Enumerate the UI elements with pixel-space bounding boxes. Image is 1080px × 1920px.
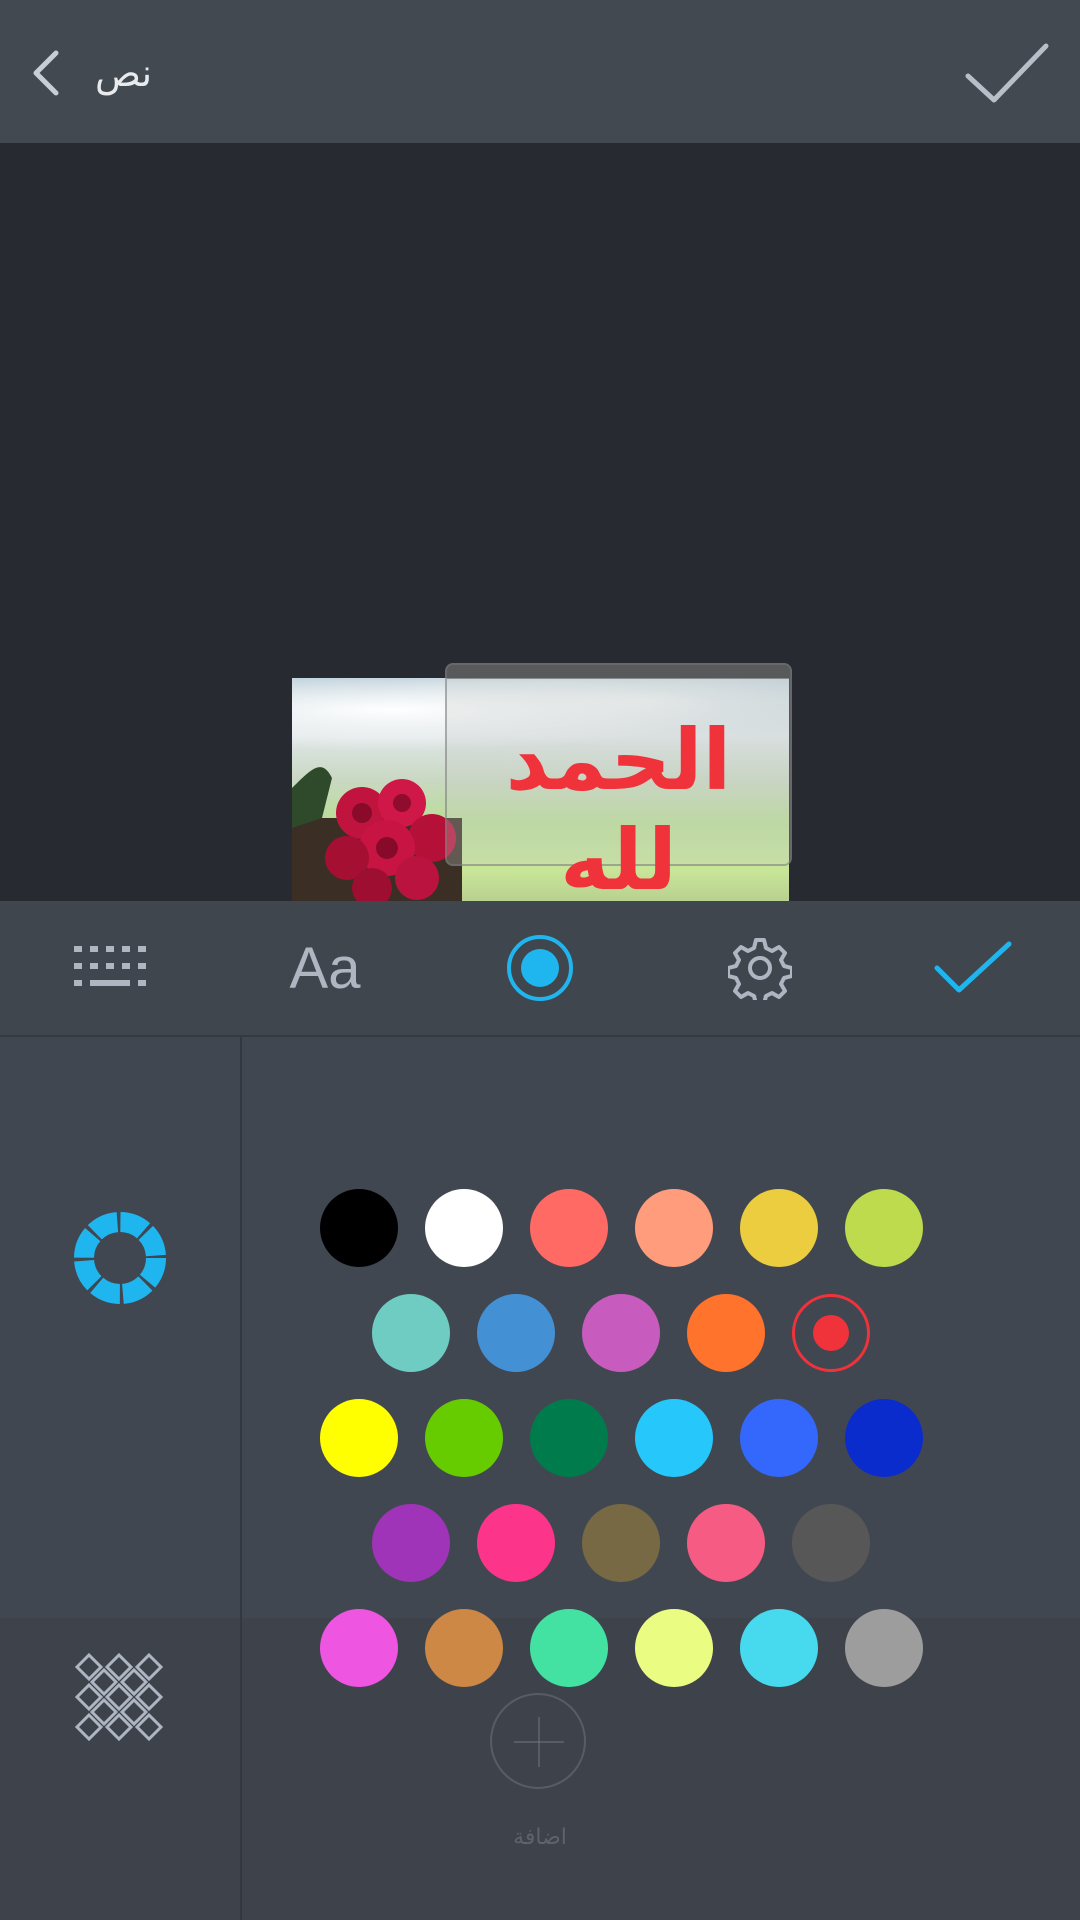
color-swatch[interactable]	[635, 1399, 713, 1477]
color-swatch[interactable]	[845, 1609, 923, 1687]
pattern-icon[interactable]	[74, 1652, 164, 1742]
color-swatch[interactable]	[792, 1504, 870, 1582]
color-swatch[interactable]	[372, 1294, 450, 1372]
text-overlay-box[interactable]: الحمد لله	[445, 663, 792, 901]
color-swatch[interactable]	[635, 1609, 713, 1687]
overlay-text: الحمد لله	[505, 711, 732, 901]
gear-icon	[728, 938, 792, 1000]
font-icon: Aa	[289, 935, 361, 1001]
color-swatch[interactable]	[635, 1189, 713, 1267]
color-swatch[interactable]	[582, 1504, 660, 1582]
color-swatch[interactable]	[425, 1189, 503, 1267]
done-tool[interactable]	[930, 901, 1016, 1035]
text-box-handle[interactable]	[447, 665, 790, 679]
color-swatch[interactable]	[530, 1399, 608, 1477]
keyboard-tool[interactable]	[62, 901, 158, 1035]
color-swatch-selected[interactable]	[792, 1294, 870, 1372]
settings-tool[interactable]	[720, 901, 800, 1035]
color-swatch[interactable]	[845, 1189, 923, 1267]
color-swatch[interactable]	[582, 1294, 660, 1372]
color-swatch[interactable]	[530, 1189, 608, 1267]
check-icon	[934, 941, 1012, 993]
color-wheel-icon[interactable]	[72, 1210, 168, 1306]
top-bar: نص	[0, 0, 1080, 143]
color-swatch[interactable]	[425, 1609, 503, 1687]
color-swatch[interactable]	[320, 1609, 398, 1687]
color-swatch[interactable]	[372, 1504, 450, 1582]
color-swatch[interactable]	[740, 1399, 818, 1477]
panel-divider	[240, 1037, 242, 1920]
color-swatch[interactable]	[845, 1399, 923, 1477]
color-swatch[interactable]	[477, 1504, 555, 1582]
editor-canvas: الحمد لله	[0, 143, 1080, 901]
font-tool[interactable]: Aa	[270, 901, 380, 1035]
confirm-check-icon[interactable]	[964, 40, 1050, 106]
keyboard-icon	[74, 946, 146, 986]
add-icon	[490, 1693, 586, 1789]
color-swatch[interactable]	[425, 1399, 503, 1477]
selected-dot	[813, 1315, 849, 1351]
color-swatch[interactable]	[687, 1504, 765, 1582]
color-swatch[interactable]	[320, 1399, 398, 1477]
color-swatch[interactable]	[740, 1609, 818, 1687]
color-icon	[507, 935, 573, 1001]
page-title: نص	[95, 51, 153, 95]
add-label: اضافة	[513, 1825, 567, 1850]
color-swatch[interactable]	[687, 1294, 765, 1372]
color-swatch[interactable]	[740, 1189, 818, 1267]
color-swatch[interactable]	[320, 1189, 398, 1267]
color-swatch[interactable]	[530, 1609, 608, 1687]
back-arrow-icon[interactable]	[28, 48, 68, 98]
roses-image	[292, 767, 462, 901]
color-swatch[interactable]	[477, 1294, 555, 1372]
tool-bar: Aa	[0, 901, 1080, 1037]
color-tool[interactable]	[500, 901, 580, 1035]
